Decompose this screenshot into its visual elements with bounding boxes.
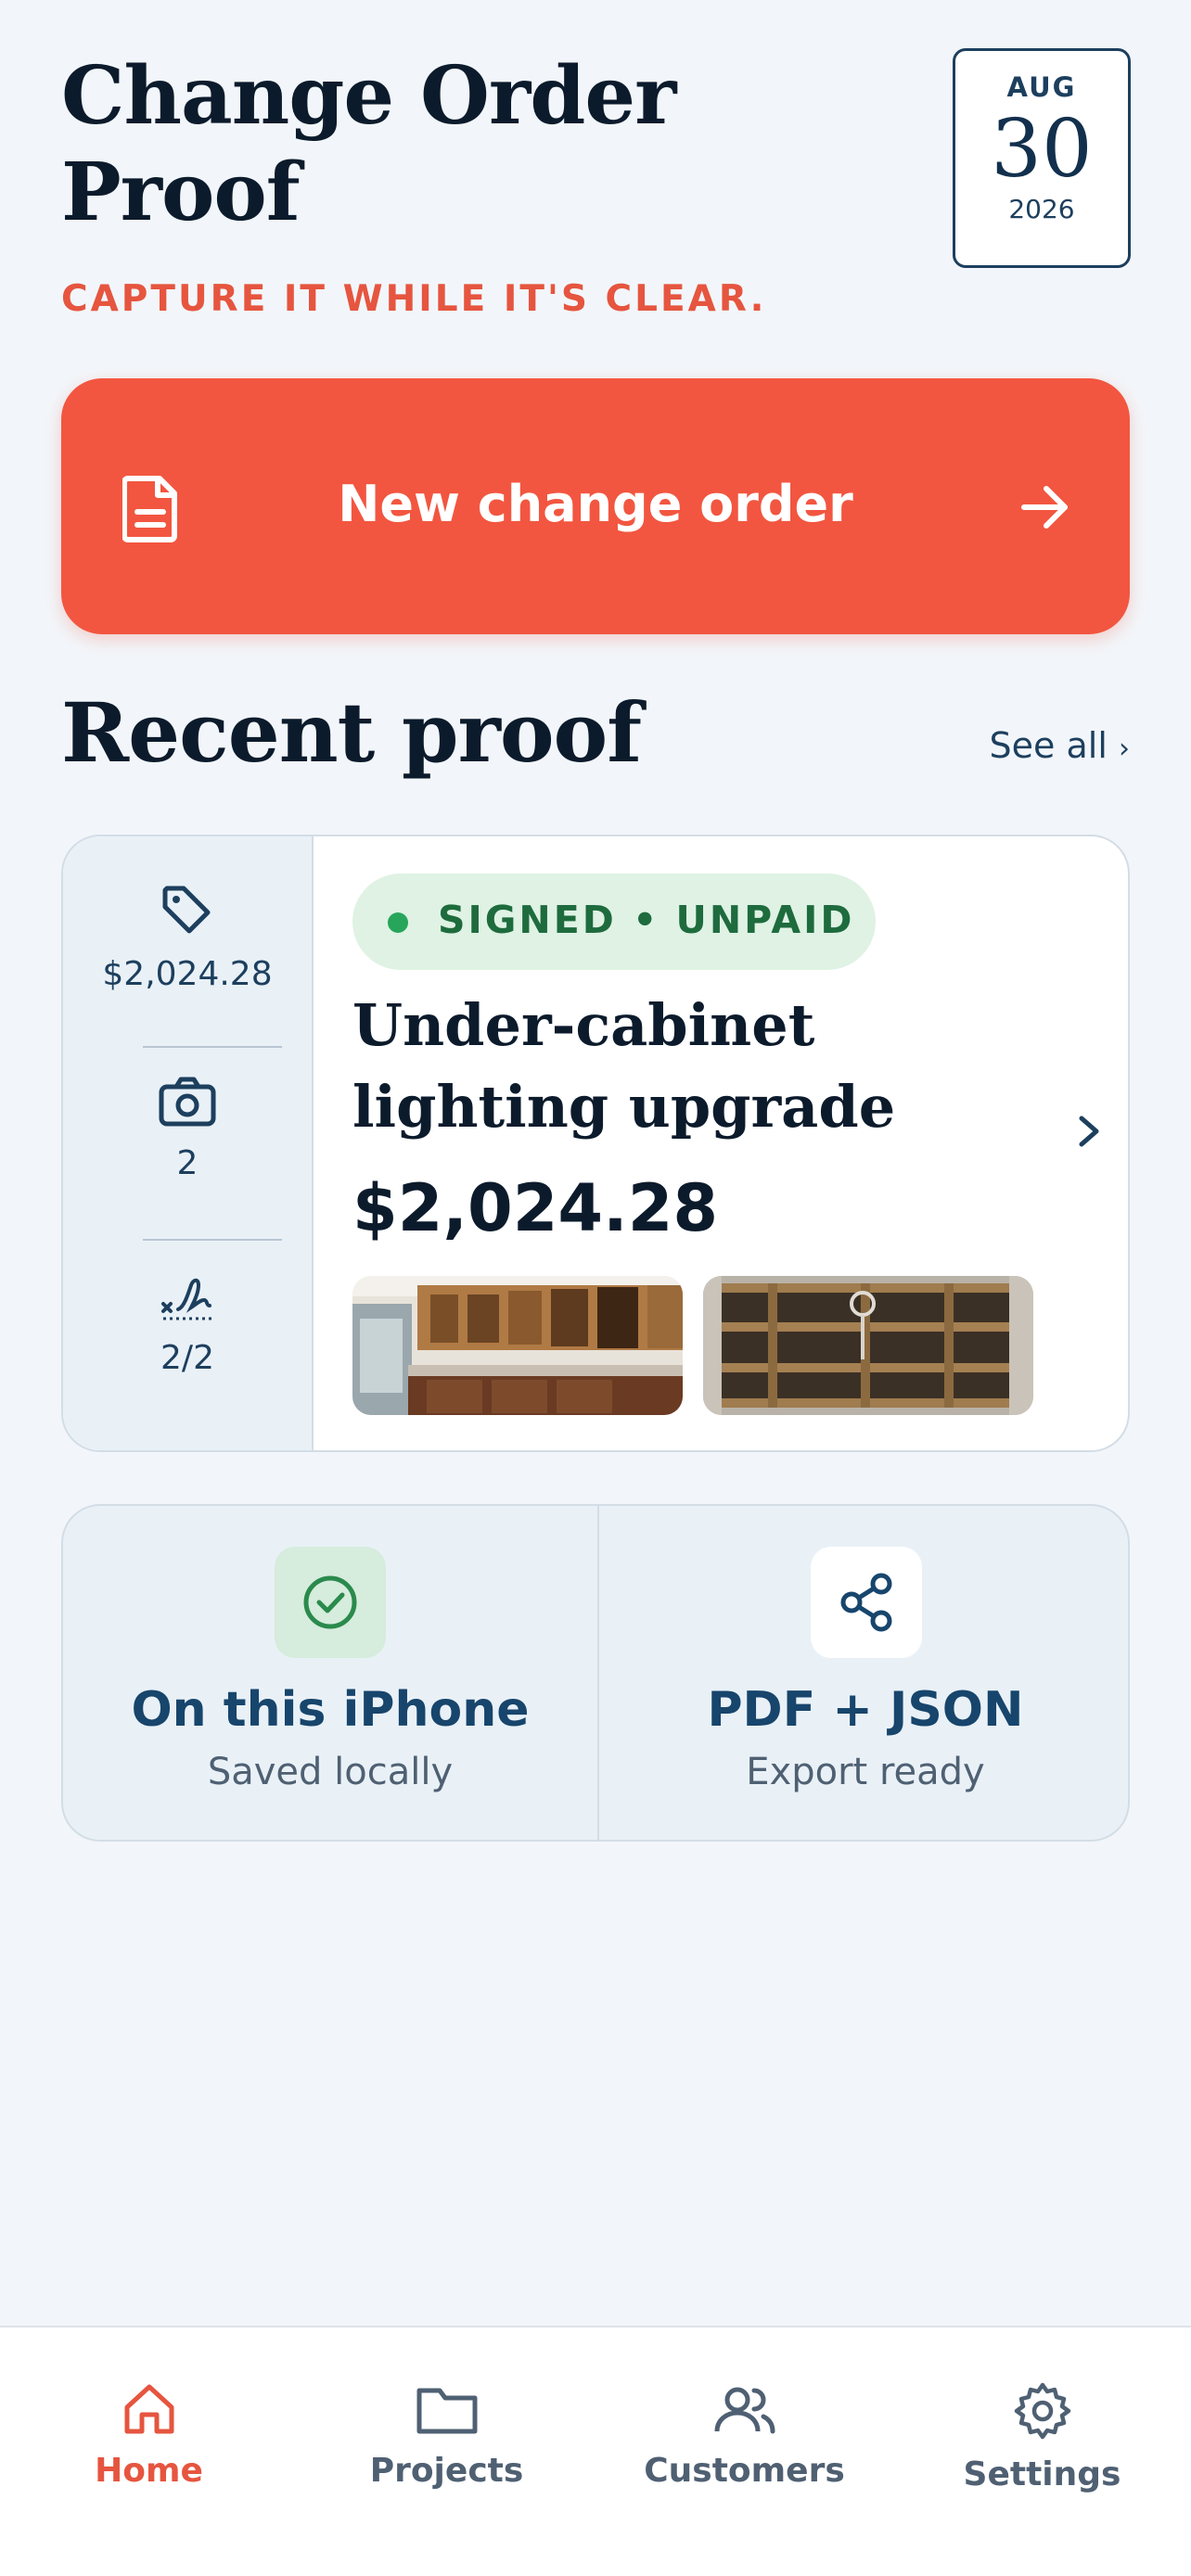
- arrow-right-icon: [1021, 486, 1068, 529]
- date-year: 2026: [1008, 194, 1075, 224]
- signature-summary: 2/2: [63, 1270, 312, 1377]
- see-all-label: See all: [989, 725, 1108, 766]
- side-price: $2,024.28: [102, 955, 273, 993]
- status-badge-label: SIGNED • UNPAID: [438, 898, 855, 942]
- gear-icon: [1014, 2382, 1070, 2440]
- users-icon: [714, 2387, 775, 2434]
- tab-home-label: Home: [95, 2452, 203, 2490]
- side-signature-count: 2/2: [160, 1339, 214, 1377]
- photo-thumbnail-floor-joists[interactable]: [703, 1276, 1033, 1415]
- recent-proof-card[interactable]: $2,024.28 2 2/2 SIGNED • UNPAID Under-ca…: [61, 835, 1130, 1452]
- chevron-right-icon: [1079, 1116, 1099, 1147]
- tab-home[interactable]: Home: [0, 2379, 298, 2490]
- cta-label: New change order: [338, 475, 853, 533]
- export-tile[interactable]: PDF + JSON Export ready: [597, 1506, 1128, 1840]
- tab-settings-label: Settings: [963, 2455, 1121, 2493]
- chevron-right-icon: ›: [1119, 733, 1130, 765]
- date-card: AUG 30 2026: [953, 48, 1131, 268]
- camera-icon: [159, 1077, 216, 1127]
- export-subtitle: Export ready: [746, 1751, 985, 1793]
- tab-projects[interactable]: Projects: [298, 2379, 596, 2490]
- date-day: 30: [991, 103, 1093, 196]
- share-icon: [811, 1547, 922, 1658]
- change-order-title: Under-cabinet lighting upgrade: [352, 991, 896, 1141]
- side-photo-count: 2: [176, 1144, 198, 1182]
- new-change-order-button[interactable]: New change order: [61, 378, 1130, 634]
- storage-tile[interactable]: On this iPhone Saved locally: [63, 1506, 597, 1840]
- status-dot: [388, 912, 408, 933]
- card-summary-column: $2,024.28 2 2/2: [63, 836, 314, 1450]
- tab-bar: Home Projects Customers Settings: [0, 2326, 1191, 2576]
- section-title: Recent proof: [61, 684, 642, 781]
- date-month: AUG: [1006, 71, 1077, 103]
- storage-title: On this iPhone: [131, 1682, 530, 1738]
- home-icon: [124, 2384, 173, 2434]
- status-tiles: On this iPhone Saved locally PDF + JSON …: [61, 1504, 1130, 1842]
- tab-customers[interactable]: Customers: [596, 2379, 893, 2490]
- tab-customers-label: Customers: [644, 2452, 845, 2490]
- status-badge: SIGNED • UNPAID: [352, 874, 876, 970]
- divider: [143, 1239, 282, 1241]
- tagline: CAPTURE IT WHILE IT'S CLEAR.: [61, 278, 767, 320]
- change-order-amount: $2,024.28: [352, 1170, 719, 1246]
- storage-subtitle: Saved locally: [207, 1751, 454, 1793]
- signature-icon: [161, 1278, 211, 1320]
- photo-summary: 2: [63, 1076, 312, 1182]
- tab-projects-label: Projects: [369, 2452, 524, 2490]
- divider: [143, 1046, 282, 1048]
- check-circle-icon: [275, 1547, 386, 1658]
- folder-icon: [416, 2388, 477, 2434]
- page-title: Change Order Proof: [61, 49, 676, 239]
- price-summary: $2,024.28: [63, 883, 312, 993]
- see-all-link[interactable]: See all ›: [990, 725, 1130, 766]
- export-title: PDF + JSON: [707, 1682, 1024, 1738]
- tab-settings[interactable]: Settings: [893, 2379, 1191, 2493]
- floor-joists-photo: [703, 1276, 1033, 1415]
- photo-thumbnail-kitchen-cabinets[interactable]: [352, 1276, 683, 1415]
- kitchen-cabinets-photo: [352, 1276, 683, 1415]
- tag-icon: [162, 886, 211, 934]
